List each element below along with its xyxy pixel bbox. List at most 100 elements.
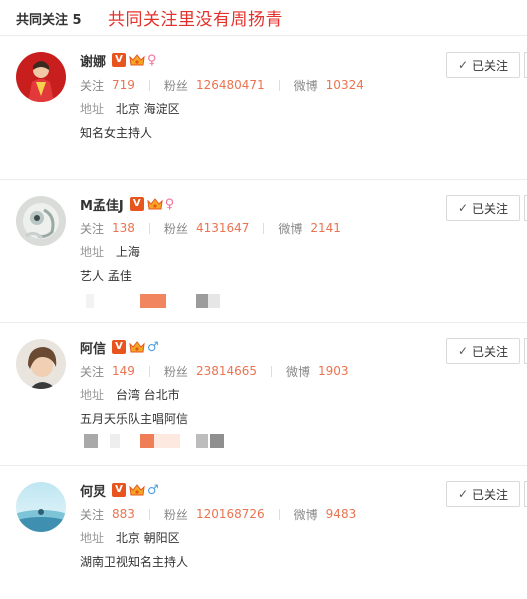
blurred-badge xyxy=(84,434,98,448)
check-icon: ✓ xyxy=(457,201,469,215)
verified-icon: V xyxy=(112,483,127,497)
divider xyxy=(148,365,150,377)
stats-row: 关注 719 粉丝 126480471 微博 10324 xyxy=(80,77,378,93)
followed-button[interactable]: ✓ 已关注 xyxy=(446,481,520,507)
avatar[interactable] xyxy=(16,196,66,246)
male-icon: ♂ xyxy=(147,339,159,355)
avatar[interactable] xyxy=(16,482,66,532)
followed-button[interactable]: ✓ 已关注 xyxy=(446,338,520,364)
weibo-label: 微博 xyxy=(286,364,311,379)
divider xyxy=(148,222,150,234)
follow-label: 关注 xyxy=(80,78,105,93)
fans-count[interactable]: 23814665 xyxy=(196,364,257,378)
member-crown-icon xyxy=(129,484,145,496)
location-value: 北京 海淀区 xyxy=(115,102,180,116)
blurred-badge xyxy=(110,434,120,448)
common-follow-title: 共同关注 5 xyxy=(16,13,82,28)
weibo-count[interactable]: 9483 xyxy=(326,507,357,521)
location-label: 地址 xyxy=(80,245,105,259)
member-crown-icon xyxy=(129,54,145,66)
fans-count[interactable]: 126480471 xyxy=(196,78,265,92)
followed-button-label: 已关注 xyxy=(472,58,509,73)
blurred-badge xyxy=(196,294,208,308)
check-icon: ✓ xyxy=(457,58,469,72)
name-row: 阿信 V ♂ xyxy=(80,338,159,357)
fans-count[interactable]: 4131647 xyxy=(196,221,249,235)
weibo-count[interactable]: 2141 xyxy=(310,221,341,235)
stats-row: 关注 138 粉丝 4131647 微博 2141 xyxy=(80,220,355,236)
location-value: 上海 xyxy=(115,245,140,259)
user-card: M孟佳J V ♀ 关注 138 粉丝 4131647 微博 2141 地址 上海… xyxy=(0,180,527,323)
stats-row: 关注 149 粉丝 23814665 微博 1903 xyxy=(80,363,363,379)
blurred-badge xyxy=(208,294,220,308)
member-crown-icon xyxy=(147,198,163,210)
followed-button-label: 已关注 xyxy=(472,344,509,359)
location-row: 地址 北京 海淀区 xyxy=(80,100,180,117)
location-label: 地址 xyxy=(80,388,105,402)
blurred-badge xyxy=(196,434,208,448)
location-value: 北京 朝阳区 xyxy=(115,531,180,545)
blurred-badge xyxy=(140,434,154,448)
location-row: 地址 台湾 台北市 xyxy=(80,386,180,403)
divider xyxy=(148,508,150,520)
followed-button[interactable]: ✓ 已关注 xyxy=(446,195,520,221)
blurred-badge xyxy=(86,294,94,308)
user-name[interactable]: 何炅 xyxy=(80,481,106,500)
verified-icon: V xyxy=(112,53,127,67)
fans-label: 粉丝 xyxy=(163,221,188,236)
follow-count[interactable]: 138 xyxy=(112,221,135,235)
followed-button-label: 已关注 xyxy=(472,487,509,502)
weibo-label: 微博 xyxy=(293,507,318,522)
location-label: 地址 xyxy=(80,531,105,545)
divider xyxy=(271,365,273,377)
user-card: 谢娜 V ♀ 关注 719 粉丝 126480471 微博 10324 地址 北… xyxy=(0,36,527,180)
weibo-count[interactable]: 10324 xyxy=(326,78,364,92)
location-value: 台湾 台北市 xyxy=(115,388,180,402)
followed-button-label: 已关注 xyxy=(472,201,509,216)
location-row: 地址 上海 xyxy=(80,243,140,260)
follow-count[interactable]: 883 xyxy=(112,507,135,521)
avatar[interactable] xyxy=(16,52,66,102)
name-row: M孟佳J V ♀ xyxy=(80,195,175,214)
follow-count[interactable]: 149 xyxy=(112,364,135,378)
divider xyxy=(148,79,150,91)
female-icon: ♀ xyxy=(147,52,157,68)
user-bio: 知名女主持人 xyxy=(80,126,153,140)
user-bio: 五月天乐队主唱阿信 xyxy=(80,412,189,426)
verified-icon: V xyxy=(112,340,127,354)
user-bio: 艺人 孟佳 xyxy=(80,269,132,283)
follow-label: 关注 xyxy=(80,507,105,522)
female-icon: ♀ xyxy=(164,196,175,212)
fans-label: 粉丝 xyxy=(163,507,188,522)
fans-label: 粉丝 xyxy=(163,78,188,93)
user-name[interactable]: 阿信 xyxy=(80,338,106,357)
male-icon: ♂ xyxy=(147,482,159,498)
divider xyxy=(278,79,280,91)
red-annotation-text: 共同关注里没有周扬青 xyxy=(108,10,283,30)
check-icon: ✓ xyxy=(457,344,469,358)
user-bio: 湖南卫视知名主持人 xyxy=(80,555,189,569)
fans-label: 粉丝 xyxy=(163,364,188,379)
user-card: 何炅 V ♂ 关注 883 粉丝 120168726 微博 9483 地址 北京… xyxy=(0,466,527,599)
name-row: 谢娜 V ♀ xyxy=(80,51,157,70)
member-crown-icon xyxy=(129,341,145,353)
name-row: 何炅 V ♂ xyxy=(80,481,159,500)
user-name[interactable]: 谢娜 xyxy=(80,51,106,70)
blurred-badge xyxy=(154,434,180,448)
weibo-count[interactable]: 1903 xyxy=(318,364,349,378)
location-row: 地址 北京 朝阳区 xyxy=(80,529,180,546)
weibo-label: 微博 xyxy=(278,221,303,236)
follow-count[interactable]: 719 xyxy=(112,78,135,92)
divider xyxy=(278,508,280,520)
common-follow-header: 共同关注 5 共同关注里没有周扬青 xyxy=(0,0,527,36)
blurred-badge xyxy=(140,294,166,308)
stats-row: 关注 883 粉丝 120168726 微博 9483 xyxy=(80,506,370,522)
user-name[interactable]: M孟佳J xyxy=(80,195,124,214)
avatar[interactable] xyxy=(16,339,66,389)
follow-label: 关注 xyxy=(80,364,105,379)
followed-button[interactable]: ✓ 已关注 xyxy=(446,52,520,78)
fans-count[interactable]: 120168726 xyxy=(196,507,265,521)
weibo-label: 微博 xyxy=(293,78,318,93)
location-label: 地址 xyxy=(80,102,105,116)
user-card: 阿信 V ♂ 关注 149 粉丝 23814665 微博 1903 地址 台湾 … xyxy=(0,323,527,466)
